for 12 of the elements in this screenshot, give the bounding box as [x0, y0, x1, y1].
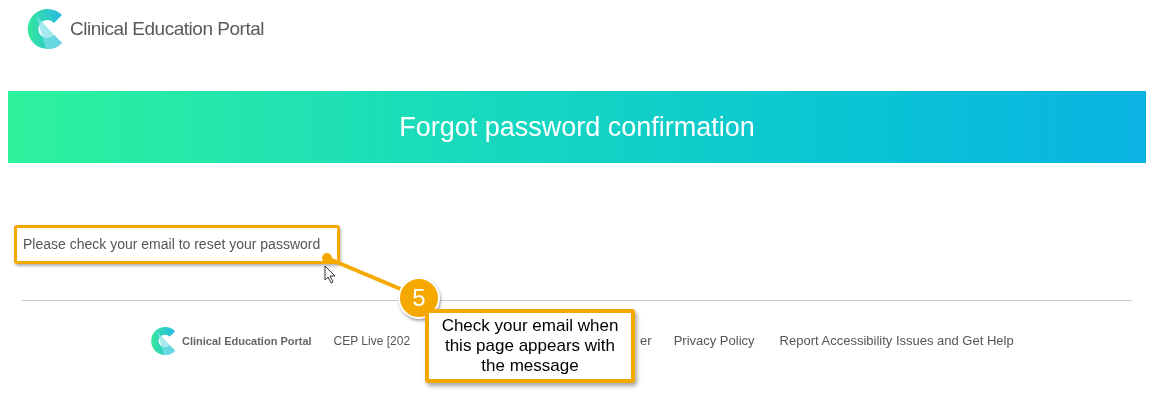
cursor-icon: [324, 265, 336, 284]
message-text: Please check your email to reset your password: [23, 235, 321, 254]
footer-link[interactable]: CEP Live [202: [333, 332, 411, 350]
footer-logo-text: Clinical Education Portal: [182, 333, 312, 349]
callout-text: Check your email when this page appears with the message: [425, 309, 635, 383]
logo-icon: [150, 324, 178, 358]
footer-link[interactable]: Report Accessibility Issues and Get Help: [779, 331, 1014, 351]
page-title: Forgot password confirmation: [399, 110, 755, 144]
step-badge: 5: [398, 277, 440, 319]
footer-link[interactable]: er: [640, 331, 652, 351]
footer-link[interactable]: Privacy Policy: [673, 331, 755, 351]
logo-text: Clinical Education Portal: [70, 16, 265, 41]
